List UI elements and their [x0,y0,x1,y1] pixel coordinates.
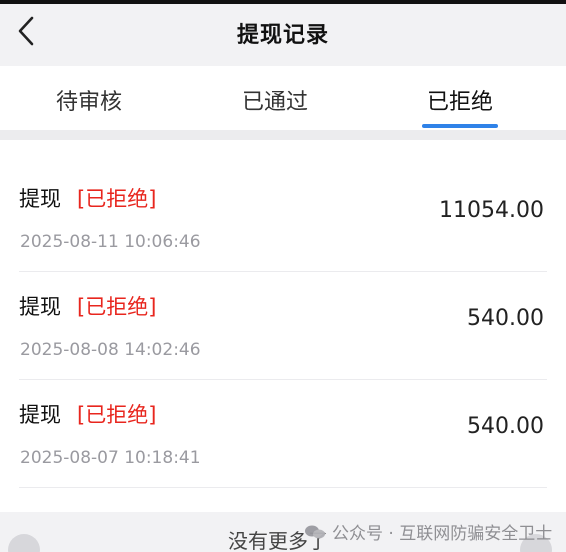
list-item[interactable]: 提现 [已拒绝] 2025-08-11 10:06:46 11054.00 [0,140,566,252]
list-item[interactable]: 提现 [已拒绝] 2025-08-07 10:18:41 540.00 [0,356,566,468]
record-amount: 540.00 [467,306,544,331]
status-badge: [已拒绝] [77,295,157,319]
active-tab-indicator [422,124,498,128]
record-type: 提现 [19,187,61,211]
status-badge: [已拒绝] [77,187,157,211]
list-item[interactable]: 提现 [已拒绝] 2025-08-08 14:02:46 540.00 [0,248,566,360]
wechat-icon [305,525,325,538]
divider [19,487,547,488]
record-type: 提现 [19,403,61,427]
carousel-prev-icon [8,534,40,552]
record-date: 2025-08-07 10:18:41 [20,448,201,468]
watermark-text: 公众号 · 互联网防骗安全卫士 [332,524,553,544]
record-amount: 11054.00 [439,198,544,223]
tab-approved[interactable]: 已通过 [215,84,335,116]
record-type: 提现 [19,295,61,319]
page-title: 提现记录 [236,23,329,48]
withdrawal-record-list: 提现 [已拒绝] 2025-08-11 10:06:46 11054.00 提现… [0,140,566,512]
record-amount: 540.00 [467,414,544,439]
watermark: 公众号 · 互联网防骗安全卫士 [304,519,552,544]
list-footer: 没有更多了 公众号 · 互联网防骗安全卫士 [0,512,566,552]
status-badge: [已拒绝] [77,403,157,427]
nav-header: 提现记录 [0,4,566,66]
tab-pending[interactable]: 待审核 [29,84,149,116]
tab-rejected[interactable]: 已拒绝 [400,84,520,116]
section-gap [0,130,566,140]
status-tabs: 待审核 已通过 已拒绝 [0,66,566,130]
